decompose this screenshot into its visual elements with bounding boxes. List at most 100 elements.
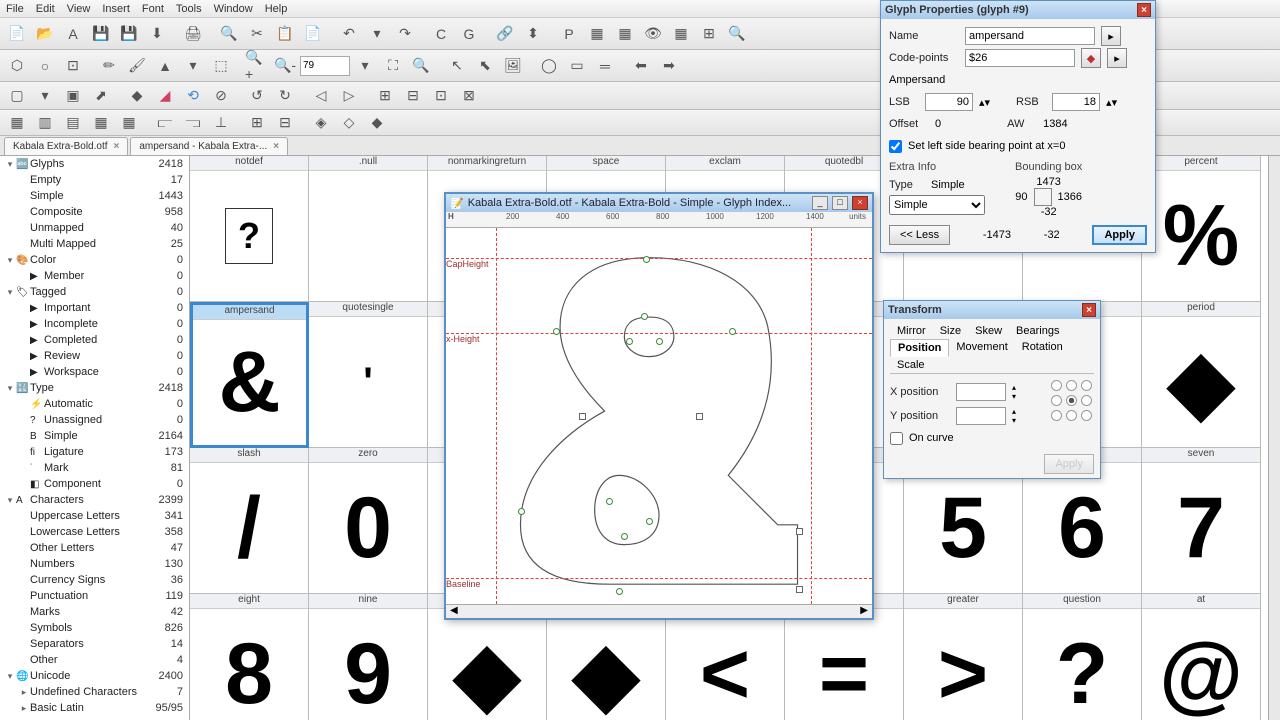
dropdown-icon[interactable]: ▾ — [180, 53, 206, 79]
menu-view[interactable]: View — [67, 3, 91, 15]
font-icon[interactable]: A — [60, 21, 86, 47]
spinner-icon[interactable]: ▴▾ — [1106, 96, 1117, 109]
node[interactable] — [643, 256, 650, 263]
save-icon[interactable]: 💾 — [88, 21, 114, 47]
tree-punctuation[interactable]: Punctuation119 — [0, 588, 189, 604]
shape2-icon[interactable]: ▭ — [564, 53, 590, 79]
close-icon[interactable]: × — [1137, 3, 1151, 17]
export2-icon[interactable]: ⬈ — [88, 83, 114, 109]
glyph-cell[interactable]: quotesingle' — [309, 302, 428, 448]
glyph-properties-panel[interactable]: Glyph Properties (glyph #9) × Name▸ Code… — [880, 0, 1156, 253]
fwd-icon[interactable]: ➡ — [656, 53, 682, 79]
type-select[interactable]: Simple — [889, 195, 985, 215]
shape3-icon[interactable]: ═ — [592, 53, 618, 79]
code-helper1-button[interactable]: ◆ — [1081, 48, 1101, 68]
node[interactable] — [579, 413, 586, 420]
close-icon[interactable]: × — [273, 141, 279, 152]
tree-review[interactable]: ▶Review0 — [0, 348, 189, 364]
node[interactable] — [616, 588, 623, 595]
search-icon[interactable]: 🔍 — [216, 21, 242, 47]
menu-tools[interactable]: Tools — [176, 3, 202, 15]
glyph-cell-selected[interactable]: ampersand& — [190, 302, 309, 448]
sidebar[interactable]: ▾🔤Glyphs2418 Empty17 Simple1443 Composit… — [0, 156, 190, 720]
close-icon[interactable]: × — [114, 141, 120, 152]
undo-icon[interactable]: ↶ — [336, 21, 362, 47]
link2-icon[interactable]: ⟲ — [180, 83, 206, 109]
tab-scale[interactable]: Scale — [890, 357, 932, 373]
export-icon[interactable]: ⬇ — [144, 21, 170, 47]
node[interactable] — [621, 533, 628, 540]
tree-type[interactable]: ▾🔣Type2418 — [0, 380, 189, 396]
node[interactable] — [696, 413, 703, 420]
layer-icon[interactable]: ⬚ — [208, 53, 234, 79]
scroll-right-icon[interactable]: ▶ — [860, 605, 868, 618]
tree-tagged[interactable]: ▾🏷Tagged0 — [0, 284, 189, 300]
tree-incomplete[interactable]: ▶Incomplete0 — [0, 316, 189, 332]
misc1-icon[interactable]: ⊞ — [372, 83, 398, 109]
tab-movement[interactable]: Movement — [949, 339, 1014, 357]
snap3-icon[interactable]: ◆ — [364, 110, 390, 136]
tree-member[interactable]: ▶Member0 — [0, 268, 189, 284]
node[interactable] — [656, 338, 663, 345]
transform-apply-button[interactable]: Apply — [1044, 454, 1094, 474]
apply-button[interactable]: Apply — [1092, 225, 1147, 245]
tree-mark[interactable]: ˙Mark81 — [0, 460, 189, 476]
menu-file[interactable]: File — [6, 3, 24, 15]
tree-completed[interactable]: ▶Completed0 — [0, 332, 189, 348]
tree-empty[interactable]: Empty17 — [0, 172, 189, 188]
tab-glyph[interactable]: ampersand - Kabala Extra-... × — [130, 137, 288, 155]
cut-icon[interactable]: ✂ — [244, 21, 270, 47]
unlink-icon[interactable]: ⊘ — [208, 83, 234, 109]
link-icon[interactable]: 🔗 — [492, 21, 518, 47]
nav-r-icon[interactable]: ▷ — [336, 83, 362, 109]
scrollbar[interactable] — [1268, 156, 1280, 720]
tree-simple2[interactable]: BSimple2164 — [0, 428, 189, 444]
rsb-input[interactable] — [1052, 93, 1100, 111]
transform-titlebar[interactable]: Transform × — [884, 301, 1100, 319]
tree-unicode[interactable]: ▾🌐Unicode2400 — [0, 668, 189, 684]
tree-unmapped[interactable]: Unmapped40 — [0, 220, 189, 236]
glyph-cell[interactable]: zero0 — [309, 448, 428, 594]
misc4-icon[interactable]: ⊠ — [456, 83, 482, 109]
code-helper2-button[interactable]: ▸ — [1107, 48, 1127, 68]
dist2-icon[interactable]: ⊟ — [272, 110, 298, 136]
tree-component[interactable]: ◧Component0 — [0, 476, 189, 492]
editor-titlebar[interactable]: 📝 Kabala Extra-Bold.otf - Kabala Extra-B… — [446, 194, 872, 212]
zoom-tool-icon[interactable]: 🔍 — [724, 21, 750, 47]
tab-size[interactable]: Size — [933, 323, 968, 339]
properties-titlebar[interactable]: Glyph Properties (glyph #9) × — [881, 1, 1155, 19]
align-l-icon[interactable]: ⫍ — [152, 110, 178, 136]
pointer-icon[interactable]: ↖ — [444, 53, 470, 79]
shape1-icon[interactable]: ◯ — [536, 53, 562, 79]
grid-e-icon[interactable]: ▦ — [116, 110, 142, 136]
snap1-icon[interactable]: ◈ — [308, 110, 334, 136]
tree-upper[interactable]: Uppercase Letters341 — [0, 508, 189, 524]
grid-a-icon[interactable]: ▦ — [4, 110, 30, 136]
align-r-icon[interactable]: ⊥ — [208, 110, 234, 136]
misc2-icon[interactable]: ⊟ — [400, 83, 426, 109]
glyph-cell[interactable]: nine9 — [309, 594, 428, 720]
glyph-cell[interactable]: notdef? — [190, 156, 309, 302]
tree-workspace[interactable]: ▶Workspace0 — [0, 364, 189, 380]
lsb-input[interactable] — [925, 93, 973, 111]
glyph-cell[interactable]: seven7 — [1142, 448, 1261, 594]
tab-skew[interactable]: Skew — [968, 323, 1009, 339]
nav-l-icon[interactable]: ◁ — [308, 83, 334, 109]
window2-icon[interactable]: ▣ — [60, 83, 86, 109]
rot-r-icon[interactable]: ↻ — [272, 83, 298, 109]
pointer2-icon[interactable]: ⬉ — [472, 53, 498, 79]
name-input[interactable] — [965, 27, 1095, 45]
pencil-icon[interactable]: ✏ — [96, 53, 122, 79]
tree-separators[interactable]: Separators14 — [0, 636, 189, 652]
zoomout-icon[interactable]: 🔍- — [272, 53, 298, 79]
tool-a-icon[interactable]: ⬡ — [4, 53, 30, 79]
tree-symbols[interactable]: Symbols826 — [0, 620, 189, 636]
less-button[interactable]: << Less — [889, 225, 950, 245]
grid-icon1[interactable]: ▦ — [584, 21, 610, 47]
brush-icon[interactable]: 🖌 — [124, 53, 150, 79]
name-helper-button[interactable]: ▸ — [1101, 26, 1121, 46]
grid-icon2[interactable]: ▦ — [612, 21, 638, 47]
doc-drop-icon[interactable]: ▾ — [32, 83, 58, 109]
tree-other[interactable]: Other4 — [0, 652, 189, 668]
editor-canvas[interactable]: CapHeight x-Height Baseline — [446, 228, 872, 604]
